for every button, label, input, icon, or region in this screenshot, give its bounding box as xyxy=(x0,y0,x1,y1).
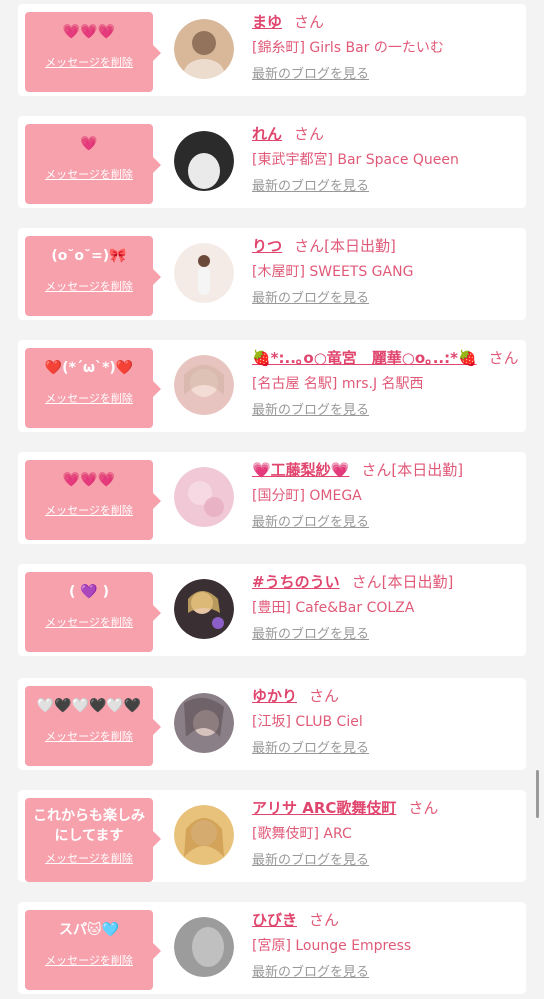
message-bubble: 🤍🖤🤍🖤🤍🖤 メッセージを削除 xyxy=(25,686,161,766)
avatar[interactable] xyxy=(174,355,234,415)
avatar[interactable] xyxy=(174,579,234,639)
latest-blog-link[interactable]: 最新のブログを見る xyxy=(252,401,369,421)
latest-blog-link[interactable]: 最新のブログを見る xyxy=(252,851,369,871)
message-bubble: 💗 メッセージを削除 xyxy=(25,124,161,204)
message-bubble: (o˘o˘=)🎀 メッセージを削除 xyxy=(25,236,161,316)
message-bubble: 💗💗💗 メッセージを削除 xyxy=(25,12,161,92)
cast-name-link[interactable]: #うちのうい xyxy=(252,573,340,591)
message-bubble: スパ🐱🩵 メッセージを削除 xyxy=(25,910,161,990)
list-item: 🤍🖤🤍🖤🤍🖤 メッセージを削除 ゆかり さん [江坂] CLUB Ciel 最新の… xyxy=(18,678,526,770)
list-item: 💗💗💗 メッセージを削除 💗工藤梨紗💗 さん[本日出勤] [国分町] OMEGA … xyxy=(18,452,526,544)
message-text: これからも楽しみ にしてます xyxy=(33,808,145,844)
message-bubble: 💗💗💗 メッセージを削除 xyxy=(25,460,161,540)
message-bubble: これからも楽しみ にしてます メッセージを削除 xyxy=(25,798,161,882)
cast-name-link[interactable]: 🍓*:..｡o○竜宮 麗華○o｡..:*🍓 xyxy=(252,349,477,367)
message-list: 💗💗💗 メッセージを削除 まゆ さん [錦糸町] Girls Bar の一たいむ … xyxy=(0,0,544,999)
honorific: さん xyxy=(294,125,325,143)
delete-message-link[interactable]: メッセージを削除 xyxy=(45,166,133,182)
cast-name-link[interactable]: ひびき xyxy=(252,911,297,929)
attendance-status: [本日出勤] xyxy=(391,461,464,479)
delete-message-link[interactable]: メッセージを削除 xyxy=(45,952,133,968)
list-item: 💗 メッセージを削除 れん さん [東武宇都宮] Bar Space Queen … xyxy=(18,116,526,208)
honorific: さん xyxy=(361,461,392,479)
latest-blog-link[interactable]: 最新のブログを見る xyxy=(252,963,369,983)
delete-message-link[interactable]: メッセージを削除 xyxy=(45,502,133,518)
delete-message-link[interactable]: メッセージを削除 xyxy=(45,54,133,70)
message-text: (o˘o˘=)🎀 xyxy=(51,248,127,264)
cast-info: ひびき さん [宮原] Lounge Empress 最新のブログを見る xyxy=(252,909,520,983)
message-bubble: ❤️(*´ω`*)❤️ メッセージを削除 xyxy=(25,348,161,428)
latest-blog-link[interactable]: 最新のブログを見る xyxy=(252,177,369,197)
avatar[interactable] xyxy=(174,917,234,977)
message-text: 🤍🖤🤍🖤🤍🖤 xyxy=(36,698,142,714)
latest-blog-link[interactable]: 最新のブログを見る xyxy=(252,513,369,533)
cast-name-link[interactable]: ゆかり xyxy=(252,687,297,705)
list-item: スパ🐱🩵 メッセージを削除 ひびき さん [宮原] Lounge Empress … xyxy=(18,902,526,994)
list-item: これからも楽しみ にしてます メッセージを削除 アリサ ARC歌舞伎町 さん [歌… xyxy=(18,790,526,882)
avatar[interactable] xyxy=(174,693,234,753)
cast-info: 🍓*:..｡o○竜宮 麗華○o｡..:*🍓 さん [名古屋 名駅] mrs.J 名… xyxy=(252,347,520,421)
avatar[interactable] xyxy=(174,19,234,79)
cast-info: ゆかり さん [江坂] CLUB Ciel 最新のブログを見る xyxy=(252,685,520,759)
avatar[interactable] xyxy=(174,805,234,865)
attendance-status: [本日出勤] xyxy=(381,573,454,591)
cast-name-link[interactable]: アリサ ARC歌舞伎町 xyxy=(252,799,396,817)
message-text: 💗 xyxy=(80,136,98,152)
delete-message-link[interactable]: メッセージを削除 xyxy=(45,278,133,294)
list-item: ❤️(*´ω`*)❤️ メッセージを削除 🍓*:..｡o○竜宮 麗華○o｡..:… xyxy=(18,340,526,432)
shop-info: [豊田] Cafe&Bar COLZA xyxy=(252,600,415,616)
shop-info: [宮原] Lounge Empress xyxy=(252,938,412,954)
honorific: さん xyxy=(294,13,325,31)
cast-name-link[interactable]: まゆ xyxy=(252,13,282,31)
cast-name-link[interactable]: れん xyxy=(252,125,282,143)
cast-info: 💗工藤梨紗💗 さん[本日出勤] [国分町] OMEGA 最新のブログを見る xyxy=(252,459,520,533)
avatar[interactable] xyxy=(174,131,234,191)
message-text: ❤️(*´ω`*)❤️ xyxy=(44,360,134,376)
cast-info: まゆ さん [錦糸町] Girls Bar の一たいむ 最新のブログを見る xyxy=(252,11,520,85)
honorific: さん xyxy=(351,573,382,591)
cast-info: #うちのうい さん[本日出勤] [豊田] Cafe&Bar COLZA 最新のブロ… xyxy=(252,571,520,645)
latest-blog-link[interactable]: 最新のブログを見る xyxy=(252,739,369,759)
latest-blog-link[interactable]: 最新のブログを見る xyxy=(252,65,369,85)
message-text: スパ🐱🩵 xyxy=(58,922,120,938)
latest-blog-link[interactable]: 最新のブログを見る xyxy=(252,289,369,309)
list-item: (o˘o˘=)🎀 メッセージを削除 りつ さん[本日出勤] [木屋町] SWEET… xyxy=(18,228,526,320)
cast-info: れん さん [東武宇都宮] Bar Space Queen 最新のブログを見る xyxy=(252,123,520,197)
honorific: さん xyxy=(309,911,340,929)
cast-name-link[interactable]: 💗工藤梨紗💗 xyxy=(252,461,349,479)
shop-info: [歌舞伎町] ARC xyxy=(252,826,352,842)
attendance-status: [本日出勤] xyxy=(324,237,396,255)
latest-blog-link[interactable]: 最新のブログを見る xyxy=(252,625,369,645)
cast-name-link[interactable]: りつ xyxy=(252,237,282,255)
shop-info: [江坂] CLUB Ciel xyxy=(252,714,363,730)
shop-info: [国分町] OMEGA xyxy=(252,488,362,504)
shop-info: [木屋町] SWEETS GANG xyxy=(252,264,414,280)
message-bubble: ( 💜 ) メッセージを削除 xyxy=(25,572,161,652)
message-text: 💗💗💗 xyxy=(62,24,116,40)
list-item: 💗💗💗 メッセージを削除 まゆ さん [錦糸町] Girls Bar の一たいむ … xyxy=(18,4,526,96)
avatar[interactable] xyxy=(174,243,234,303)
avatar[interactable] xyxy=(174,467,234,527)
message-text: ( 💜 ) xyxy=(69,584,109,600)
delete-message-link[interactable]: メッセージを削除 xyxy=(45,850,133,866)
list-item: ( 💜 ) メッセージを削除 #うちのうい さん[本日出勤] [豊田] Cafe&… xyxy=(18,564,526,656)
scrollbar[interactable] xyxy=(536,770,539,818)
delete-message-link[interactable]: メッセージを削除 xyxy=(45,728,133,744)
honorific: さん xyxy=(408,799,439,817)
honorific: さん xyxy=(309,687,340,705)
cast-info: アリサ ARC歌舞伎町 さん [歌舞伎町] ARC 最新のブログを見る xyxy=(252,797,520,871)
message-text: 💗💗💗 xyxy=(62,472,116,488)
shop-info: [東武宇都宮] Bar Space Queen xyxy=(252,152,459,168)
shop-info: [錦糸町] Girls Bar の一たいむ xyxy=(252,40,444,56)
shop-info: [名古屋 名駅] mrs.J 名駅西 xyxy=(252,376,424,392)
cast-info: りつ さん[本日出勤] [木屋町] SWEETS GANG 最新のブログを見る xyxy=(252,235,520,309)
honorific: さん xyxy=(488,349,519,367)
honorific: さん xyxy=(294,237,325,255)
delete-message-link[interactable]: メッセージを削除 xyxy=(45,390,133,406)
delete-message-link[interactable]: メッセージを削除 xyxy=(45,614,133,630)
